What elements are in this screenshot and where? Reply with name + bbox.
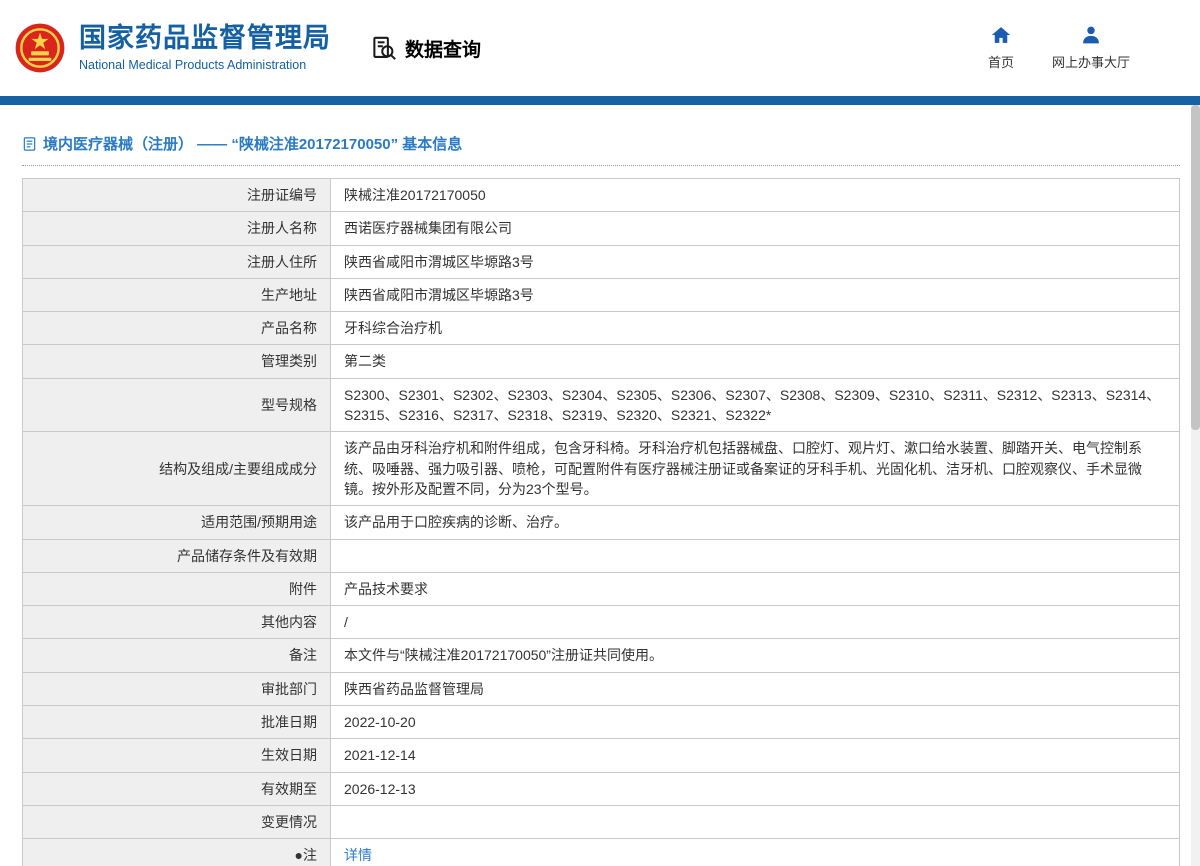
data-query-section: 数据查询 <box>371 35 481 62</box>
row-label: 审批部门 <box>23 672 331 705</box>
national-emblem-logo <box>14 19 66 77</box>
row-value: 陕西省咸阳市渭城区毕塬路3号 <box>331 278 1180 311</box>
row-label: 产品储存条件及有效期 <box>23 539 331 572</box>
logo-block: 国家药品监督管理局 National Medical Products Admi… <box>14 19 331 77</box>
table-row: 结构及组成/主要组成成分该产品由牙科治疗机和附件组成，包含牙科椅。牙科治疗机包括… <box>23 432 1180 506</box>
row-value: 陕西省咸阳市渭城区毕塬路3号 <box>331 245 1180 278</box>
scrollbar-thumb[interactable] <box>1191 105 1200 430</box>
row-value: 该产品由牙科治疗机和附件组成，包含牙科椅。牙科治疗机包括器械盘、口腔灯、观片灯、… <box>331 432 1180 506</box>
row-value: 陕西省药品监督管理局 <box>331 672 1180 705</box>
row-label: 产品名称 <box>23 312 331 345</box>
detail-link[interactable]: 详情 <box>344 847 372 863</box>
row-label: 结构及组成/主要组成成分 <box>23 432 331 506</box>
main-content: 境内医疗器械（注册） —— “陕械注准20172170050” 基本信息 注册证… <box>0 105 1200 866</box>
row-label: 批准日期 <box>23 706 331 739</box>
page-title-text: 境内医疗器械（注册） —— “陕械注准20172170050” 基本信息 <box>43 133 462 154</box>
nav-home-label: 首页 <box>988 52 1014 71</box>
row-label: 其他内容 <box>23 606 331 639</box>
row-value <box>331 539 1180 572</box>
row-value: S2300、S2301、S2302、S2303、S2304、S2305、S230… <box>331 378 1180 432</box>
nav-home[interactable]: 首页 <box>988 25 1014 71</box>
scrollbar-track[interactable] <box>1191 105 1200 866</box>
document-search-icon <box>371 35 398 62</box>
table-row: 其他内容/ <box>23 606 1180 639</box>
row-label: 管理类别 <box>23 345 331 378</box>
table-row: 变更情况 <box>23 805 1180 838</box>
home-icon <box>991 25 1011 45</box>
row-label: 注册人住所 <box>23 245 331 278</box>
table-row: 产品名称牙科综合治疗机 <box>23 312 1180 345</box>
header-divider-bar <box>0 96 1200 105</box>
nav-online-hall-label: 网上办事大厅 <box>1052 52 1130 71</box>
table-row: 注册人住所陕西省咸阳市渭城区毕塬路3号 <box>23 245 1180 278</box>
row-value: 第二类 <box>331 345 1180 378</box>
row-value: 产品技术要求 <box>331 572 1180 605</box>
row-label: 附件 <box>23 572 331 605</box>
row-value: / <box>331 606 1180 639</box>
row-label: 适用范围/预期用途 <box>23 506 331 539</box>
row-label: 注册人名称 <box>23 212 331 245</box>
row-value: 2026-12-13 <box>331 772 1180 805</box>
row-label: 注册证编号 <box>23 179 331 212</box>
table-row: ●注详情 <box>23 839 1180 866</box>
nav-online-hall[interactable]: 网上办事大厅 <box>1052 25 1130 71</box>
row-value: 牙科综合治疗机 <box>331 312 1180 345</box>
table-row: 适用范围/预期用途该产品用于口腔疾病的诊断、治疗。 <box>23 506 1180 539</box>
document-icon <box>22 136 37 152</box>
row-label: 备注 <box>23 639 331 672</box>
table-row: 附件产品技术要求 <box>23 572 1180 605</box>
row-value: 该产品用于口腔疾病的诊断、治疗。 <box>331 506 1180 539</box>
row-value: 陕械注准20172170050 <box>331 179 1180 212</box>
row-label: ●注 <box>23 839 331 866</box>
table-row: 生效日期2021-12-14 <box>23 739 1180 772</box>
data-query-label: 数据查询 <box>405 35 481 62</box>
row-label: 型号规格 <box>23 378 331 432</box>
row-label: 变更情况 <box>23 805 331 838</box>
org-name-en: National Medical Products Administration <box>79 58 331 72</box>
table-row: 注册证编号陕械注准20172170050 <box>23 179 1180 212</box>
row-value: 2022-10-20 <box>331 706 1180 739</box>
org-names: 国家药品监督管理局 National Medical Products Admi… <box>79 24 331 72</box>
row-value <box>331 805 1180 838</box>
table-row: 注册人名称西诺医疗器械集团有限公司 <box>23 212 1180 245</box>
org-name-cn: 国家药品监督管理局 <box>79 24 331 54</box>
user-icon <box>1081 25 1101 45</box>
table-row: 型号规格S2300、S2301、S2302、S2303、S2304、S2305、… <box>23 378 1180 432</box>
info-table-body: 注册证编号陕械注准20172170050注册人名称西诺医疗器械集团有限公司注册人… <box>23 179 1180 866</box>
table-row: 产品储存条件及有效期 <box>23 539 1180 572</box>
registration-info-table: 注册证编号陕械注准20172170050注册人名称西诺医疗器械集团有限公司注册人… <box>22 178 1180 866</box>
header-nav: 首页 网上办事大厅 <box>988 25 1130 71</box>
row-value: 2021-12-14 <box>331 739 1180 772</box>
table-row: 审批部门陕西省药品监督管理局 <box>23 672 1180 705</box>
row-label: 生产地址 <box>23 278 331 311</box>
page-title: 境内医疗器械（注册） —— “陕械注准20172170050” 基本信息 <box>22 133 1180 154</box>
row-label: 有效期至 <box>23 772 331 805</box>
dotted-separator <box>22 165 1180 166</box>
table-row: 备注本文件与“陕械注准20172170050”注册证共同使用。 <box>23 639 1180 672</box>
row-label: 生效日期 <box>23 739 331 772</box>
row-value: 西诺医疗器械集团有限公司 <box>331 212 1180 245</box>
table-row: 生产地址陕西省咸阳市渭城区毕塬路3号 <box>23 278 1180 311</box>
row-value: 详情 <box>331 839 1180 866</box>
table-row: 有效期至2026-12-13 <box>23 772 1180 805</box>
row-value: 本文件与“陕械注准20172170050”注册证共同使用。 <box>331 639 1180 672</box>
table-row: 批准日期2022-10-20 <box>23 706 1180 739</box>
table-row: 管理类别第二类 <box>23 345 1180 378</box>
site-header: 国家药品监督管理局 National Medical Products Admi… <box>0 0 1200 96</box>
